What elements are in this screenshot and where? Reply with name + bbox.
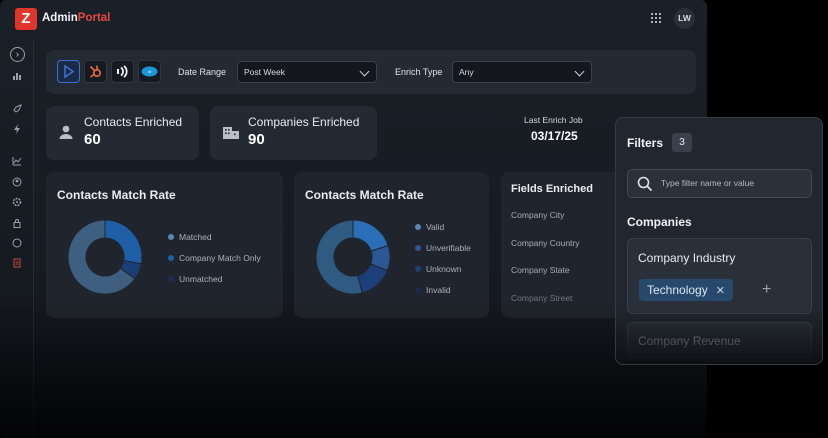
brand-main: Admin — [42, 12, 78, 24]
companies-enriched-card: Companies Enriched 90 — [210, 106, 377, 160]
chat-icon[interactable] — [11, 238, 23, 250]
brand-name: AdminPortal — [42, 12, 110, 24]
filter-bar: sf Date Range Post Week Enrich Type Any — [46, 50, 696, 94]
legend-label: Valid — [426, 222, 445, 232]
donut-chart — [67, 219, 143, 295]
fields-enriched-card: Fields Enriched Company City Company Cou… — [501, 172, 621, 318]
enrich-type-label: Enrich Type — [395, 67, 443, 77]
avatar[interactable]: LW — [674, 8, 695, 29]
lightning-icon[interactable] — [11, 124, 23, 136]
integration-hubspot-icon[interactable] — [84, 60, 107, 83]
building-icon — [222, 124, 240, 145]
contacts-enriched-card: Contacts Enriched 60 — [46, 106, 199, 160]
donut-slice-valid[interactable] — [352, 219, 389, 252]
filter-search-box — [627, 169, 812, 198]
legend-item: Valid — [415, 222, 471, 232]
legend-label: Unverifiable — [426, 243, 471, 253]
legend-label: Matched — [179, 232, 212, 242]
filter-group-title: Company Industry — [638, 251, 736, 265]
filter-chip[interactable]: Technology ✕ — [639, 279, 733, 301]
contacts-enriched-value: 60 — [84, 131, 101, 148]
chart-title: Contacts Match Rate — [305, 188, 424, 202]
integration-signal-icon[interactable] — [111, 60, 134, 83]
user-icon — [58, 124, 74, 145]
filters-title: Filters — [627, 136, 664, 150]
filter-search-input[interactable] — [661, 178, 801, 188]
filter-group-company-industry[interactable]: Company Industry Technology ✕ + — [627, 238, 812, 314]
legend-item: Company Match Only — [168, 253, 261, 263]
date-range-label: Date Range — [178, 67, 227, 77]
legend-label: Company Match Only — [179, 253, 261, 263]
admin-portal-window: Z AdminPortal LW › sf Date Range Post We… — [0, 0, 707, 438]
sidebar-toggle-icon[interactable]: › — [10, 47, 25, 62]
apps-grid-icon[interactable] — [651, 13, 661, 23]
last-enrich-job-value: 03/17/25 — [531, 129, 578, 143]
match-rate-card-1: Contacts Match Rate Matched Company Matc… — [46, 172, 283, 318]
legend-label: Unknown — [426, 264, 462, 274]
settings-icon[interactable] — [11, 197, 23, 209]
bar-chart-icon[interactable] — [11, 71, 23, 83]
user-circle-icon[interactable] — [11, 177, 23, 189]
lock-icon[interactable] — [11, 218, 23, 230]
legend-item: Matched — [168, 232, 261, 242]
legend-item: Unverifiable — [415, 243, 471, 253]
filter-group-title: Company Revenue — [638, 334, 741, 348]
filters-panel: Filters 3 Companies Company Industry Tec… — [615, 117, 823, 365]
chart-legend: Valid Unverifiable Unknown Invalid — [415, 222, 471, 306]
filter-chip-label: Technology — [647, 283, 708, 297]
field-item: Company Street — [511, 293, 573, 303]
filters-section-title: Companies — [627, 215, 692, 229]
chevron-down-icon — [359, 66, 370, 77]
integration-play-icon[interactable] — [57, 60, 80, 83]
field-item: Company City — [511, 210, 565, 220]
donut-chart — [315, 219, 391, 295]
legend-label: Invalid — [426, 285, 451, 295]
enrich-type-value: Any — [459, 67, 474, 77]
filters-count-badge: 3 — [672, 133, 692, 152]
field-item: Company Country — [511, 238, 580, 248]
chart-legend: Matched Company Match Only Unmatched — [168, 232, 261, 295]
filter-group-company-revenue[interactable]: Company Revenue — [627, 322, 812, 358]
top-bar: Z AdminPortal LW — [0, 0, 707, 38]
legend-label: Unmatched — [179, 274, 223, 284]
rocket-icon[interactable] — [11, 104, 23, 116]
sidebar: › — [0, 38, 34, 438]
brand-accent: Portal — [77, 12, 111, 24]
contacts-enriched-title: Contacts Enriched — [84, 115, 183, 129]
donut-slice-unknown[interactable] — [357, 263, 389, 294]
legend-item: Invalid — [415, 285, 471, 295]
line-chart-icon[interactable] — [11, 156, 23, 168]
add-filter-value-button[interactable]: + — [762, 279, 771, 301]
chevron-down-icon — [574, 66, 585, 77]
close-icon[interactable]: ✕ — [716, 285, 725, 297]
last-enrich-job-label: Last Enrich Job — [524, 115, 583, 125]
companies-enriched-title: Companies Enriched — [248, 115, 360, 129]
match-rate-card-2: Contacts Match Rate Valid Unverifiable U… — [294, 172, 489, 318]
enrich-type-select[interactable]: Any — [452, 61, 592, 83]
document-icon[interactable] — [11, 258, 23, 270]
date-range-value: Post Week — [244, 67, 285, 77]
search-icon — [637, 176, 653, 197]
logo[interactable]: Z — [15, 8, 37, 30]
integration-salesforce-icon[interactable]: sf — [138, 60, 161, 83]
chart-title: Contacts Match Rate — [57, 188, 176, 202]
donut-slice-matched[interactable] — [104, 219, 143, 265]
fields-enriched-title: Fields Enriched — [511, 183, 593, 195]
companies-enriched-value: 90 — [248, 131, 265, 148]
legend-item: Unknown — [415, 264, 471, 274]
field-item: Company State — [511, 265, 570, 275]
legend-item: Unmatched — [168, 274, 261, 284]
date-range-select[interactable]: Post Week — [237, 61, 377, 83]
